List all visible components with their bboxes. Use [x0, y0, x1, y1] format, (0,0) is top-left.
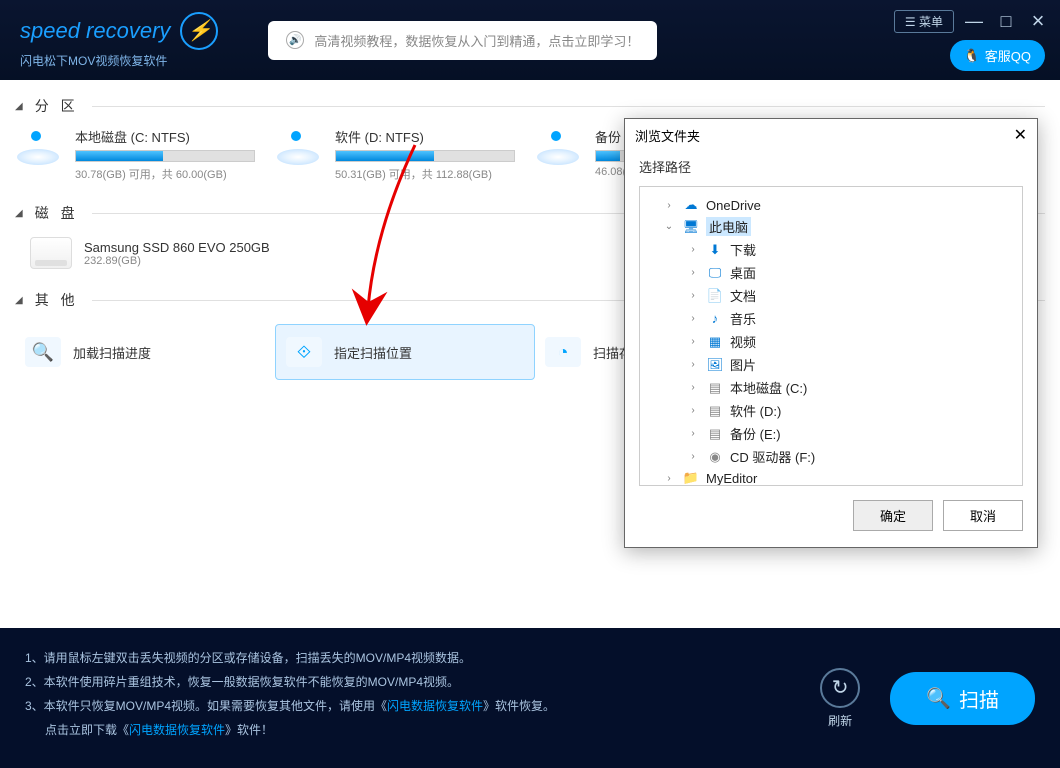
tree-videos[interactable]: ›▦视频: [644, 330, 1018, 353]
picture-icon: 🖼: [706, 357, 724, 373]
tree-music[interactable]: ›♪音乐: [644, 307, 1018, 330]
tree-desktop[interactable]: ›🖵桌面: [644, 261, 1018, 284]
logo-area: speed recovery ⚡ 闪电松下MOV视频恢复软件: [20, 12, 218, 69]
logo-text: speed recovery ⚡: [20, 12, 218, 50]
drive-icon: [275, 127, 323, 167]
minimize-button[interactable]: —: [962, 11, 986, 32]
target-icon: ⟐: [286, 337, 322, 367]
lightning-icon: ⚡: [180, 12, 218, 50]
logo-subtitle: 闪电松下MOV视频恢复软件: [20, 52, 218, 69]
drive-c[interactable]: 本地磁盘 (C: NTFS) 30.78(GB) 可用，共 60.00(GB): [15, 127, 275, 182]
window-controls: ☰ 菜单 — □ ×: [894, 8, 1050, 34]
cloud-icon: ☁: [682, 197, 700, 213]
tree-downloads[interactable]: ›⬇下载: [644, 238, 1018, 261]
folder-icon: 📁: [682, 470, 700, 486]
dialog-hint: 选择路径: [625, 151, 1037, 186]
logo-title: speed recovery: [20, 18, 170, 44]
video-icon: ▦: [706, 334, 724, 350]
load-scan-progress[interactable]: 🔍 加载扫描进度: [15, 324, 275, 380]
tree-onedrive[interactable]: ›☁OneDrive: [644, 195, 1018, 215]
scan-button[interactable]: 🔍 扫描: [890, 672, 1035, 725]
download-link[interactable]: 闪电数据恢复软件: [129, 723, 225, 737]
collapse-icon: ◢: [15, 101, 27, 112]
pc-icon: 🖥: [682, 219, 700, 235]
qq-icon: 🐧: [964, 48, 980, 64]
tree-drive-c[interactable]: ›▤本地磁盘 (C:): [644, 376, 1018, 399]
refresh-icon: ↻: [820, 668, 860, 708]
footer: 1、请用鼠标左键双击丢失视频的分区或存储设备，扫描丢失的MOV/MP4视频数据。…: [0, 628, 1060, 768]
collapse-icon: ◢: [15, 208, 27, 219]
dialog-titlebar: 浏览文件夹 ✕: [625, 119, 1037, 151]
dialog-buttons: 确定 取消: [625, 486, 1037, 545]
music-icon: ♪: [706, 311, 724, 326]
close-button[interactable]: ×: [1026, 8, 1050, 34]
cd-icon: ◉: [706, 449, 724, 465]
magnify-icon: 🔍: [926, 686, 951, 711]
tree-drive-d[interactable]: ›▤软件 (D:): [644, 399, 1018, 422]
pie-icon: ◔: [545, 337, 581, 367]
footer-actions: ↻ 刷新 🔍 扫描: [820, 646, 1035, 750]
ssd-icon: [30, 237, 72, 269]
folder-tree[interactable]: ›☁OneDrive ⌄🖥此电脑 ›⬇下载 ›🖵桌面 ›📄文档 ›♪音乐 ›▦视…: [639, 186, 1023, 486]
app-header: speed recovery ⚡ 闪电松下MOV视频恢复软件 🔊 高清视频教程，…: [0, 0, 1060, 80]
hdd-icon: ▤: [706, 403, 724, 419]
tree-drive-f[interactable]: ›◉CD 驱动器 (F:): [644, 445, 1018, 468]
hdd-icon: ▤: [706, 380, 724, 396]
cancel-button[interactable]: 取消: [943, 500, 1023, 531]
tutorial-text: 高清视频教程，数据恢复从入门到精通，点击立即学习！: [314, 31, 639, 50]
menu-button[interactable]: ☰ 菜单: [894, 10, 954, 33]
tree-myeditor[interactable]: ›📁MyEditor: [644, 468, 1018, 486]
drive-icon: [15, 127, 63, 167]
dialog-close-button[interactable]: ✕: [1014, 125, 1027, 145]
download-icon: ⬇: [706, 242, 724, 258]
maximize-button[interactable]: □: [994, 11, 1018, 32]
drive-icon: [535, 127, 583, 167]
tutorial-banner[interactable]: 🔊 高清视频教程，数据恢复从入门到精通，点击立即学习！: [268, 21, 657, 60]
qq-support-button[interactable]: 🐧 客服QQ: [950, 40, 1045, 71]
speaker-icon: 🔊: [286, 31, 304, 49]
tree-pictures[interactable]: ›🖼图片: [644, 353, 1018, 376]
recovery-software-link[interactable]: 闪电数据恢复软件: [387, 699, 483, 713]
collapse-icon: ◢: [15, 295, 27, 306]
tree-documents[interactable]: ›📄文档: [644, 284, 1018, 307]
desktop-icon: 🖵: [706, 265, 724, 281]
document-icon: 📄: [706, 288, 724, 304]
browse-folder-dialog: 浏览文件夹 ✕ 选择路径 ›☁OneDrive ⌄🖥此电脑 ›⬇下载 ›🖵桌面 …: [624, 118, 1038, 548]
ok-button[interactable]: 确定: [853, 500, 933, 531]
tips-text: 1、请用鼠标左键双击丢失视频的分区或存储设备，扫描丢失的MOV/MP4视频数据。…: [25, 646, 555, 750]
hdd-icon: ▤: [706, 426, 724, 442]
refresh-button[interactable]: ↻ 刷新: [820, 668, 860, 729]
specify-scan-location[interactable]: ⟐ 指定扫描位置: [275, 324, 535, 380]
tree-drive-e[interactable]: ›▤备份 (E:): [644, 422, 1018, 445]
drive-d[interactable]: 软件 (D: NTFS) 50.31(GB) 可用，共 112.88(GB): [275, 127, 535, 182]
tree-this-pc[interactable]: ⌄🖥此电脑: [644, 215, 1018, 238]
search-icon: 🔍: [25, 337, 61, 367]
